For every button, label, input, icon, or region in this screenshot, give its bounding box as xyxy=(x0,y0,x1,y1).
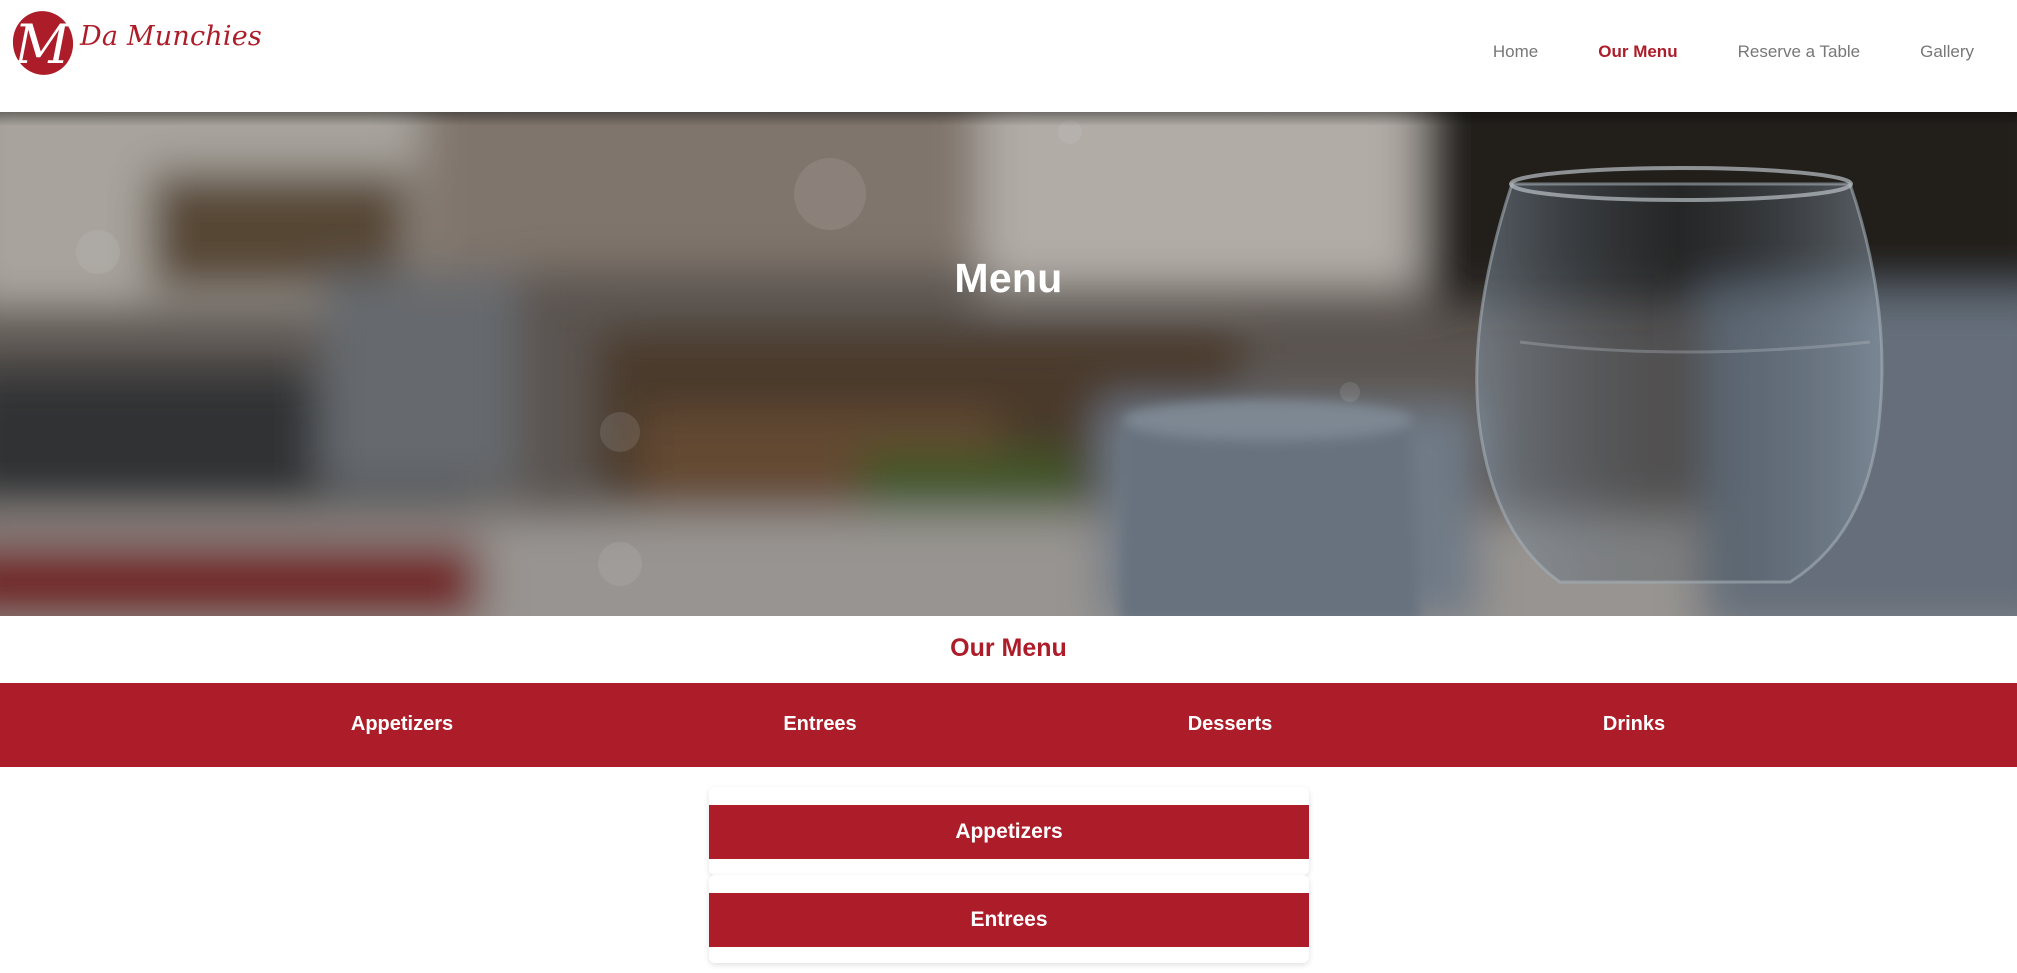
hero-title: Menu xyxy=(954,255,1063,301)
nav-link-home[interactable]: Home xyxy=(1493,42,1538,62)
brand-name: Da Munchies xyxy=(80,20,262,52)
menu-card-entrees: Entrees xyxy=(709,875,1309,963)
menu-card-header-appetizers[interactable]: Appetizers xyxy=(709,805,1309,859)
menu-card-appetizers: Appetizers xyxy=(709,787,1309,875)
category-tab-entrees[interactable]: Entrees xyxy=(783,713,856,736)
main-nav: Home Our Menu Reserve a Table Gallery xyxy=(1493,42,1974,62)
nav-link-gallery[interactable]: Gallery xyxy=(1920,42,1974,62)
section-title: Our Menu xyxy=(950,634,1067,662)
category-tab-drinks[interactable]: Drinks xyxy=(1603,713,1665,736)
logo-letter: M xyxy=(13,13,71,76)
logo-badge-icon: M xyxy=(12,11,74,76)
menu-card-header-entrees[interactable]: Entrees xyxy=(709,893,1309,947)
hero-banner: Menu xyxy=(0,112,2017,616)
nav-link-our-menu[interactable]: Our Menu xyxy=(1598,42,1677,62)
brand-logo[interactable]: M Da Munchies xyxy=(12,9,262,77)
menu-category-bar: Appetizers Entrees Desserts Drinks xyxy=(0,683,2017,767)
nav-link-reserve-table[interactable]: Reserve a Table xyxy=(1738,42,1861,62)
category-tab-desserts[interactable]: Desserts xyxy=(1188,713,1273,736)
hero-top-shadow xyxy=(0,112,2017,126)
hero-background-image xyxy=(0,112,2017,616)
site-header: M Da Munchies Home Our Menu Reserve a Ta… xyxy=(0,0,2017,112)
category-tab-appetizers[interactable]: Appetizers xyxy=(351,713,453,736)
